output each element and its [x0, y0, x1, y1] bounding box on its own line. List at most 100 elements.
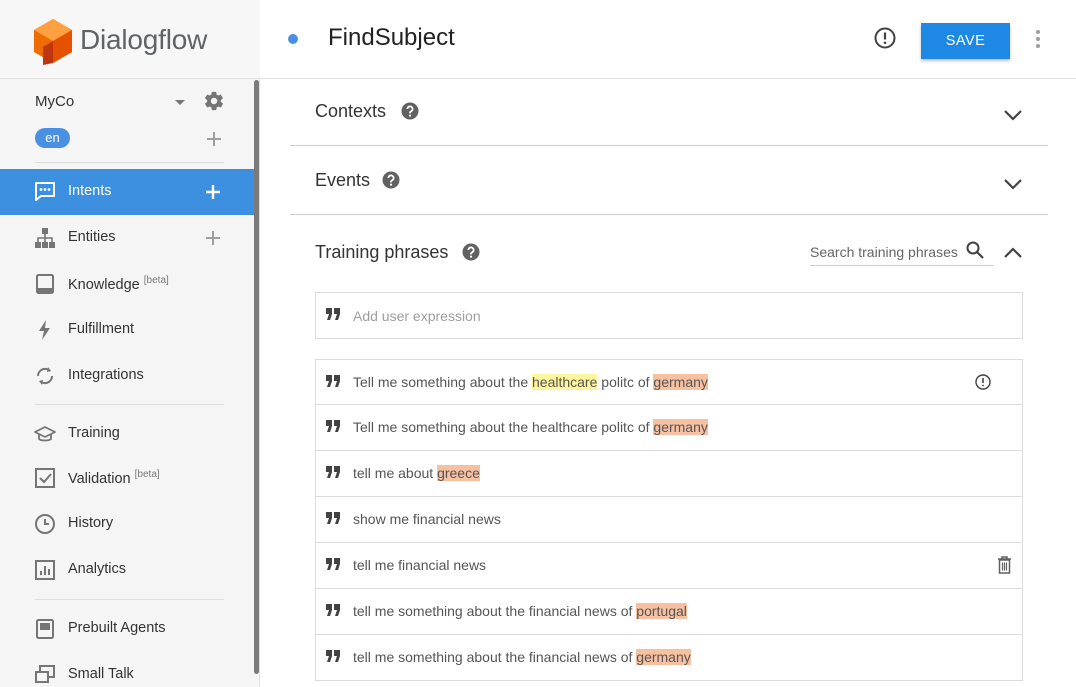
help-icon[interactable]: [401, 102, 419, 120]
logo[interactable]: Dialogflow: [0, 0, 260, 79]
add-entity-plus-icon[interactable]: [205, 230, 221, 246]
add-intent-plus-icon[interactable]: [205, 184, 221, 200]
phrase-segment: show me financial news: [353, 511, 501, 527]
history-clock-icon: [35, 514, 55, 534]
entity-annotation[interactable]: healthcare: [532, 374, 598, 390]
training-phrase-row[interactable]: show me financial news: [315, 497, 1023, 543]
quote-icon: [326, 466, 340, 478]
intents-chat-icon: [35, 182, 55, 201]
sidebar-item-entities[interactable]: Entities: [0, 215, 254, 261]
sidebar-item-validation[interactable]: Validation [beta]: [0, 455, 254, 501]
quote-icon: [326, 308, 340, 320]
training-phrase-row[interactable]: Tell me something about the healthcare p…: [315, 405, 1023, 451]
events-section[interactable]: Events: [290, 146, 1048, 215]
more-vert-icon[interactable]: [1033, 28, 1043, 50]
add-expression-field[interactable]: [315, 292, 1023, 339]
training-phrase-text[interactable]: show me financial news: [353, 511, 501, 527]
sidebar: Dialogflow MyCo en Intents Entities Know…: [0, 0, 260, 687]
trash-icon[interactable]: [997, 556, 1012, 574]
entity-annotation[interactable]: germany: [636, 649, 691, 665]
sidebar-item-training[interactable]: Training: [0, 411, 254, 457]
sidebar-item-small-talk[interactable]: Small Talk: [0, 652, 254, 687]
sidebar-scrollbar[interactable]: [254, 80, 259, 674]
sidebar-item-analytics[interactable]: Analytics: [0, 547, 254, 593]
beta-badge: [beta]: [134, 469, 160, 480]
user-expression-input[interactable]: [353, 306, 953, 326]
sidebar-item-knowledge[interactable]: Knowledge [beta]: [0, 261, 254, 307]
sidebar-item-label: Analytics: [68, 561, 127, 577]
entity-annotation[interactable]: germany: [653, 374, 708, 390]
training-search[interactable]: [810, 240, 994, 266]
search-input[interactable]: [810, 242, 960, 262]
phrase-segment: politc of: [597, 374, 654, 390]
training-phrase-text[interactable]: tell me something about the financial ne…: [353, 603, 687, 619]
language-chip[interactable]: en: [35, 128, 70, 148]
training-phrase-row[interactable]: Tell me something about the healthcare p…: [315, 359, 1023, 405]
sidebar-item-label: Small Talk: [68, 666, 134, 682]
training-phrase-text[interactable]: tell me about greece: [353, 465, 480, 481]
agent-name: MyCo: [35, 93, 75, 110]
training-phrase-row[interactable]: tell me something about the financial ne…: [315, 635, 1023, 681]
training-phrase-text[interactable]: tell me something about the financial ne…: [353, 649, 691, 665]
phrase-segment: Tell me something about the healthcare p…: [353, 419, 654, 435]
quote-icon: [326, 650, 340, 662]
warning-icon[interactable]: [874, 27, 896, 49]
knowledge-book-icon: [36, 274, 54, 294]
validation-label: Validation: [68, 470, 131, 487]
brand-name: Dialogflow: [80, 24, 208, 55]
training-phrase-text[interactable]: Tell me something about the healthcare p…: [353, 419, 708, 435]
sidebar-item-label: Training: [68, 425, 120, 441]
phrase-segment: Tell me something about the: [353, 374, 532, 390]
training-phrase-text[interactable]: tell me financial news: [353, 557, 486, 573]
phrase-segment: tell me something about the financial ne…: [353, 603, 637, 619]
sidebar-item-label: Entities: [68, 229, 116, 245]
intent-name[interactable]: FindSubject: [328, 24, 455, 52]
sidebar-item-label: History: [68, 515, 114, 531]
help-icon[interactable]: [462, 243, 480, 261]
sidebar-item-fulfillment[interactable]: Fulfillment: [0, 307, 254, 353]
save-button[interactable]: SAVE: [921, 23, 1010, 59]
sidebar-item-prebuilt-agents[interactable]: Prebuilt Agents: [0, 606, 254, 652]
quote-icon: [326, 604, 340, 616]
entity-annotation[interactable]: germany: [653, 419, 708, 435]
add-language-plus-icon[interactable]: [206, 131, 222, 147]
beta-badge: [beta]: [143, 275, 169, 286]
chevron-down-icon[interactable]: [175, 100, 185, 105]
intent-header: FindSubject SAVE: [260, 0, 1076, 79]
training-phrase-row[interactable]: tell me something about the financial ne…: [315, 589, 1023, 635]
chevron-up-icon[interactable]: [1003, 247, 1023, 259]
agent-selector[interactable]: MyCo: [35, 90, 230, 112]
prebuilt-agents-icon: [36, 619, 54, 639]
small-talk-icon: [35, 665, 55, 683]
divider: [35, 162, 224, 163]
training-phrase-text[interactable]: Tell me something about the healthcare p…: [353, 374, 708, 390]
chevron-down-icon[interactable]: [1003, 178, 1023, 190]
fulfillment-bolt-icon: [39, 320, 50, 340]
sidebar-item-integrations[interactable]: Integrations: [0, 353, 254, 399]
validation-check-icon: [35, 468, 55, 488]
phrase-segment: tell me about: [353, 465, 438, 481]
sidebar-item-label: Knowledge [beta]: [68, 275, 169, 293]
divider: [35, 404, 224, 405]
entity-annotation[interactable]: greece: [437, 465, 480, 481]
help-icon[interactable]: [382, 171, 400, 189]
analytics-chart-icon: [35, 560, 55, 580]
search-icon[interactable]: [966, 241, 984, 259]
sidebar-item-label: Integrations: [68, 367, 144, 383]
contexts-section[interactable]: Contexts: [290, 79, 1048, 146]
training-phrase-list: Tell me something about the healthcare p…: [315, 359, 1023, 681]
gear-icon[interactable]: [203, 90, 225, 112]
sidebar-item-intents[interactable]: Intents: [0, 169, 254, 215]
training-phrase-row[interactable]: tell me financial news: [315, 543, 1023, 589]
sidebar-item-history[interactable]: History: [0, 501, 254, 547]
chevron-down-icon[interactable]: [1003, 109, 1023, 121]
sidebar-item-label: Prebuilt Agents: [68, 620, 166, 636]
sidebar-item-label: Intents: [68, 183, 112, 199]
entities-hierarchy-icon: [35, 228, 55, 248]
training-phrase-row[interactable]: tell me about greece: [315, 451, 1023, 497]
entity-annotation[interactable]: portugal: [636, 603, 687, 619]
warning-icon[interactable]: [975, 374, 991, 390]
integrations-sync-icon: [36, 367, 54, 385]
quote-icon: [326, 558, 340, 570]
quote-icon: [326, 420, 340, 432]
